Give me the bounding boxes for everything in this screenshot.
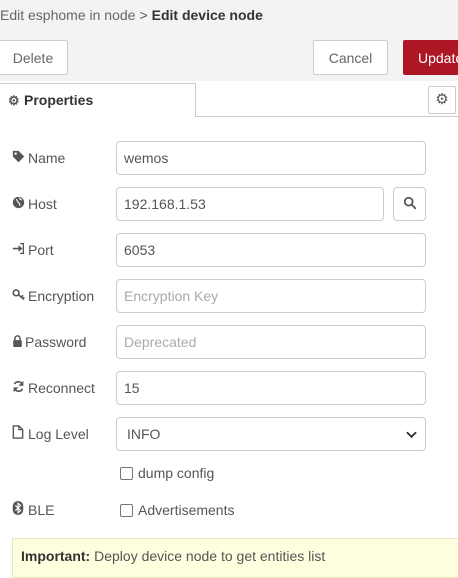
update-button[interactable]: Update xyxy=(403,40,458,75)
host-row: Host xyxy=(0,187,458,221)
reconnect-row: Reconnect xyxy=(0,371,458,405)
port-input[interactable] xyxy=(116,233,426,267)
reconnect-input[interactable] xyxy=(116,371,426,405)
dump-config-label: dump config xyxy=(138,465,215,481)
ble-advertisements-checkbox[interactable] xyxy=(120,504,133,517)
host-label: Host xyxy=(12,187,57,221)
important-notice: Important: Deploy device node to get ent… xyxy=(12,538,458,578)
breadcrumb-separator: > xyxy=(139,7,148,23)
notice-strong: Important: xyxy=(21,548,91,564)
tab-properties[interactable]: ⚙ Properties xyxy=(0,83,196,117)
log-level-label: Log Level xyxy=(12,417,89,451)
search-icon xyxy=(403,196,417,213)
breadcrumb: Edit esphome in node > Edit device node xyxy=(0,7,263,23)
reconnect-label: Reconnect xyxy=(12,371,95,405)
ble-advertisements-option[interactable]: Advertisements xyxy=(120,500,234,520)
lock-icon xyxy=(12,326,25,360)
sign-in-icon xyxy=(12,234,28,268)
ble-row: BLE Advertisements xyxy=(0,493,458,527)
log-level-select[interactable]: INFO xyxy=(116,417,426,451)
name-label: Name xyxy=(12,141,65,175)
delete-button[interactable]: Delete xyxy=(0,40,68,75)
refresh-icon xyxy=(12,372,28,406)
ble-label: BLE xyxy=(12,493,54,527)
log-level-row: Log Level INFO xyxy=(0,417,458,451)
key-icon xyxy=(12,280,28,314)
cancel-button[interactable]: Cancel xyxy=(313,40,388,75)
password-input[interactable] xyxy=(116,325,426,359)
bluetooth-icon xyxy=(12,494,28,528)
breadcrumb-current: Edit device node xyxy=(151,7,263,23)
chevron-down-icon xyxy=(406,418,417,450)
settings-tab-button[interactable]: ⚙ xyxy=(428,86,456,114)
encryption-row: Encryption xyxy=(0,279,458,313)
password-label: Password xyxy=(12,325,86,359)
name-input[interactable] xyxy=(116,141,426,175)
log-level-value: INFO xyxy=(127,426,161,442)
file-icon xyxy=(12,418,28,452)
gear-icon: ⚙ xyxy=(8,93,20,108)
ble-advertisements-label: Advertisements xyxy=(138,502,235,518)
tab-properties-label: Properties xyxy=(24,92,94,108)
name-row: Name xyxy=(0,141,458,175)
editor-header: Edit esphome in node > Edit device node De… xyxy=(0,0,458,86)
dump-config-checkbox[interactable] xyxy=(120,467,133,480)
globe-icon xyxy=(12,188,28,222)
port-label: Port xyxy=(12,233,54,267)
gear-icon: ⚙ xyxy=(435,91,449,108)
password-row: Password xyxy=(0,325,458,359)
dump-config-option[interactable]: dump config xyxy=(120,463,214,483)
host-search-button[interactable] xyxy=(393,187,426,221)
port-row: Port xyxy=(0,233,458,267)
notice-text: Deploy device node to get entities list xyxy=(90,548,326,564)
host-input[interactable] xyxy=(116,187,384,221)
tag-icon xyxy=(12,142,28,176)
breadcrumb-parent[interactable]: Edit esphome in node xyxy=(0,7,135,23)
tab-bar: ⚙ Properties ⚙ xyxy=(0,81,458,117)
encryption-label: Encryption xyxy=(12,279,94,313)
encryption-key-input[interactable] xyxy=(116,279,426,313)
